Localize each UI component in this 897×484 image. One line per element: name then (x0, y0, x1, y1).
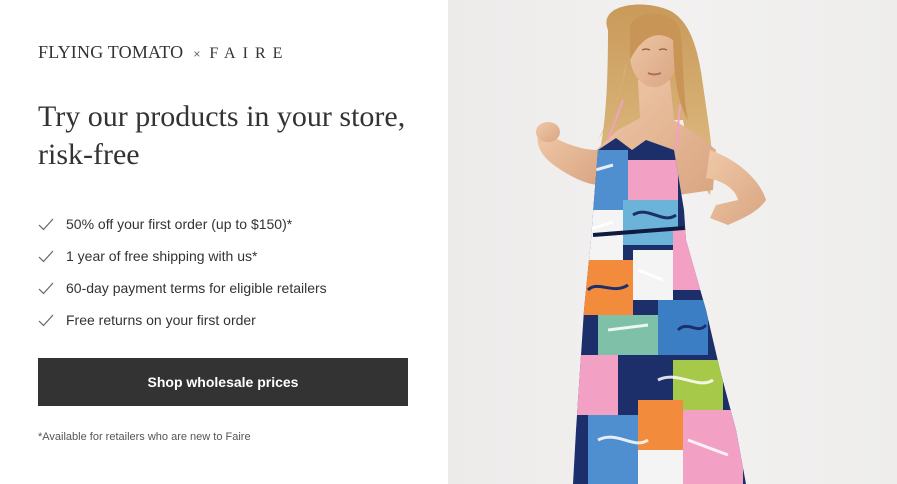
check-icon (38, 282, 54, 295)
benefits-list: 50% off your first order (up to $150)* 1… (38, 208, 327, 336)
disclaimer-text: *Available for retailers who are new to … (38, 431, 251, 443)
benefit-text: Free returns on your first order (66, 312, 256, 328)
faire-logo: FAIRE (209, 45, 290, 62)
faire-promo-modal: FLYING TOMATO × FAIRE Try our products i… (0, 0, 897, 484)
benefit-text: 60-day payment terms for eligible retail… (66, 280, 327, 296)
brand-lockup: FLYING TOMATO × FAIRE (38, 42, 289, 63)
promo-headline: Try our products in your store, risk-fre… (38, 100, 406, 171)
benefit-text: 50% off your first order (up to $150)* (66, 216, 293, 232)
benefit-item: Free returns on your first order (38, 304, 327, 336)
promo-content-panel: FLYING TOMATO × FAIRE Try our products i… (0, 0, 448, 484)
benefit-text: 1 year of free shipping with us* (66, 248, 258, 264)
product-image-panel (448, 0, 897, 484)
benefit-item: 50% off your first order (up to $150)* (38, 208, 327, 240)
brand-separator: × (193, 47, 201, 61)
check-icon (38, 314, 54, 327)
check-icon (38, 250, 54, 263)
benefit-item: 60-day payment terms for eligible retail… (38, 272, 327, 304)
shop-wholesale-button[interactable]: Shop wholesale prices (38, 358, 408, 406)
store-name: FLYING TOMATO (38, 42, 184, 62)
model-in-dress-image (536, 4, 766, 484)
benefit-item: 1 year of free shipping with us* (38, 240, 327, 272)
check-icon (38, 218, 54, 231)
